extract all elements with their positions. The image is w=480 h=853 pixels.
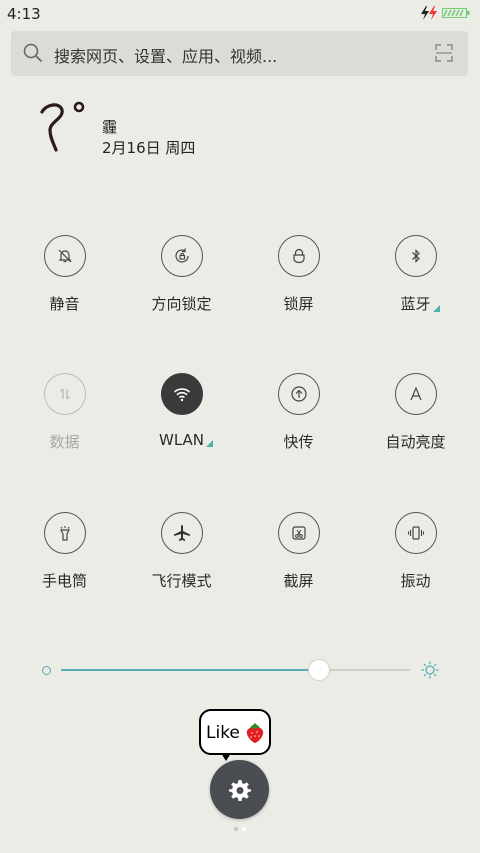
brightness-slider[interactable] — [40, 659, 440, 681]
toggle-rotation-lock[interactable]: 方向锁定 — [123, 235, 240, 314]
toggle-vibrate-button[interactable] — [394, 512, 437, 554]
toggle-airplane-mode[interactable]: 飞行模式 — [123, 512, 240, 591]
page-indicator — [234, 827, 246, 831]
toggle-mute-button[interactable] — [43, 235, 86, 277]
toggle-lock-screen-label: 锁屏 — [283, 295, 314, 313]
strawberry-icon — [246, 723, 264, 743]
flashlight-icon — [59, 526, 70, 541]
toggle-auto-brightness[interactable]: 自动亮度 — [357, 373, 474, 452]
toggle-mobile-data[interactable]: 数据 — [6, 373, 123, 452]
lock-icon — [292, 248, 305, 264]
toggle-bluetooth-button[interactable] — [394, 235, 437, 277]
brightness-high-icon — [421, 661, 439, 679]
toggle-mute[interactable]: 静音 — [6, 235, 123, 314]
toggle-bluetooth[interactable]: 蓝牙 — [357, 235, 474, 314]
toggle-auto-brightness-label: 自动亮度 — [385, 433, 446, 451]
bluetooth-menu-indicator — [432, 305, 440, 312]
toggle-flashlight-label: 手电筒 — [41, 572, 87, 590]
screenshot-icon — [291, 526, 306, 540]
brightness-thumb[interactable] — [308, 659, 330, 681]
toggle-flashlight[interactable]: 手电筒 — [6, 512, 123, 591]
toggle-wlan-label-text: WLAN — [158, 431, 204, 449]
toggle-bluetooth-label: 蓝牙 — [400, 293, 440, 314]
settings-button[interactable] — [210, 760, 269, 819]
status-time: 4:13 — [7, 5, 41, 23]
toggle-mobile-data-button[interactable] — [43, 373, 86, 415]
bluetooth-icon — [411, 249, 420, 263]
brightness-fill — [61, 669, 319, 671]
search-bar[interactable]: 搜索网页、设置、应用、视频... — [11, 31, 468, 76]
toggle-airplane-mode-button[interactable] — [160, 512, 203, 554]
like-sticker[interactable]: Like — [199, 709, 271, 761]
auto-brightness-icon — [409, 386, 422, 401]
toggle-vibrate[interactable]: 振动 — [357, 512, 474, 591]
toggle-quick-share-button[interactable] — [277, 373, 320, 415]
like-sticker-text: Like — [206, 723, 240, 743]
toggle-quick-share-label: 快传 — [283, 433, 314, 451]
airplane-icon — [173, 525, 190, 541]
status-bar: 4:13 — [0, 0, 480, 28]
toggle-wlan-label: WLAN — [158, 431, 213, 449]
toggle-screenshot-label: 截屏 — [283, 572, 314, 590]
rotation-lock-icon — [174, 248, 189, 263]
toggle-mobile-data-label: 数据 — [49, 433, 80, 451]
toggle-lock-screen-button[interactable] — [277, 235, 320, 277]
like-sticker-tail — [221, 753, 231, 761]
battery-icon — [442, 8, 470, 18]
brightness-low-icon — [42, 666, 51, 675]
gear-icon — [228, 779, 251, 801]
toggle-auto-brightness-button[interactable] — [394, 373, 437, 415]
temperature-glyph — [40, 101, 85, 152]
toggle-screenshot-button[interactable] — [277, 512, 320, 554]
wlan-menu-indicator — [206, 440, 213, 447]
toggle-vibrate-label: 振动 — [400, 572, 431, 590]
toggle-bluetooth-label-text: 蓝牙 — [400, 295, 431, 313]
toggle-flashlight-button[interactable] — [43, 512, 86, 554]
vibrate-icon — [407, 526, 424, 540]
bell-off-icon — [58, 249, 71, 263]
weather-condition: 霾 — [102, 118, 118, 136]
search-icon — [23, 43, 43, 63]
wifi-icon — [173, 388, 190, 402]
charging-bolt-icon — [421, 6, 437, 20]
weather-date: 2月16日 周四 — [102, 139, 196, 157]
toggle-quick-share[interactable]: 快传 — [240, 373, 357, 452]
weather-temperature[interactable]: ? ° — [38, 100, 94, 160]
toggle-wlan-button[interactable] — [160, 373, 203, 415]
status-icons — [420, 6, 470, 20]
toggle-screenshot[interactable]: 截屏 — [240, 512, 357, 591]
toggle-mute-label: 静音 — [49, 295, 80, 313]
toggle-wlan[interactable]: WLAN — [123, 373, 240, 449]
page-dot-active — [242, 827, 246, 831]
mobile-data-icon — [59, 388, 70, 400]
search-input[interactable]: 搜索网页、设置、应用、视频... — [54, 43, 277, 67]
toggle-lock-screen[interactable]: 锁屏 — [240, 235, 357, 314]
toggle-rotation-lock-button[interactable] — [160, 235, 203, 277]
toggle-rotation-lock-label: 方向锁定 — [151, 295, 212, 313]
toggle-airplane-mode-label: 飞行模式 — [151, 572, 212, 590]
page-dot — [234, 827, 238, 831]
quick-share-icon — [290, 386, 307, 402]
scan-icon[interactable] — [435, 44, 453, 62]
